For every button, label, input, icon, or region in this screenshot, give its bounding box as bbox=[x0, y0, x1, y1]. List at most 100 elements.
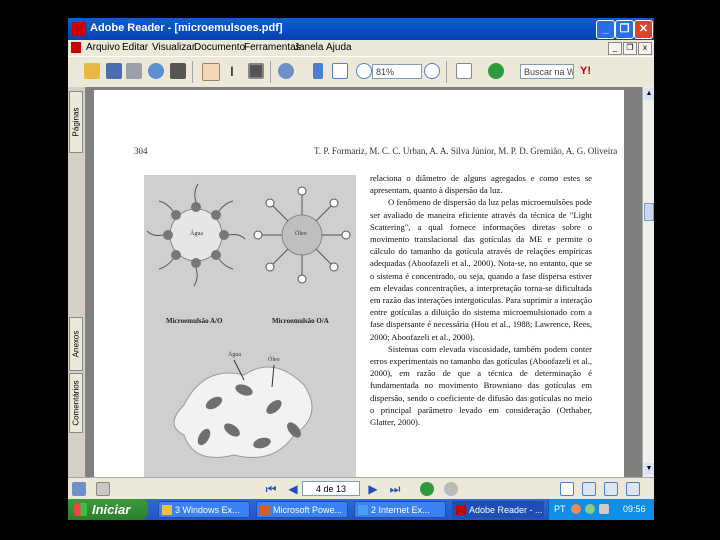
hand-tool-icon[interactable] bbox=[202, 63, 220, 81]
tab-anexos[interactable]: Anexos bbox=[69, 317, 83, 371]
doc-minimize-button[interactable]: _ bbox=[608, 42, 622, 55]
right-droplet-label: Óleo bbox=[295, 231, 307, 237]
first-page-icon[interactable]: ⏮ bbox=[264, 482, 278, 496]
microemulsion-figure: Água Óleo Microemulsão A/O Microemulsão … bbox=[144, 175, 356, 477]
page-number-field[interactable]: 4 de 13 bbox=[302, 481, 360, 496]
paragraph-2: O fenômeno de dispersão da luz pelas mic… bbox=[370, 197, 592, 342]
tab-paginas[interactable]: Páginas bbox=[69, 91, 83, 153]
close-button[interactable]: ✕ bbox=[634, 20, 653, 39]
minimize-button[interactable]: _ bbox=[596, 20, 615, 39]
left-droplet-label: Água bbox=[190, 231, 203, 237]
adobe-reader-window: Adobe Reader - [microemulsoes.pdf] _ ❐ ✕… bbox=[68, 18, 654, 520]
menu-editar[interactable]: Editar bbox=[122, 42, 148, 53]
title-bar[interactable]: Adobe Reader - [microemulsoes.pdf] _ ❐ ✕ bbox=[68, 18, 654, 40]
toolbar-separator bbox=[446, 61, 447, 83]
menu-arquivo[interactable]: Arquivo bbox=[86, 42, 120, 53]
help-icon[interactable] bbox=[488, 63, 504, 79]
menu-bar: Arquivo Editar Visualizar Documento Ferr… bbox=[68, 40, 654, 56]
zoom-in-circle-icon[interactable] bbox=[424, 63, 440, 79]
facing-view-icon[interactable] bbox=[604, 482, 618, 496]
task-label: 3 Windows Ex... bbox=[175, 505, 240, 515]
toolbar: I 81% Buscar na Web Y! bbox=[68, 56, 654, 88]
select-text-icon[interactable]: I bbox=[224, 63, 240, 79]
folder-icon bbox=[162, 505, 172, 515]
page-size-icon[interactable] bbox=[96, 482, 110, 496]
print-icon[interactable] bbox=[126, 63, 142, 79]
paragraph-1: relaciona o diâmetro de alguns agregados… bbox=[370, 173, 592, 196]
adobe-reader-icon bbox=[456, 505, 466, 515]
pdf-page: 304 T. P. Formariz, M. C. C. Urban, A. A… bbox=[94, 90, 624, 477]
last-page-icon[interactable]: ⏭ bbox=[388, 482, 402, 496]
save-icon[interactable] bbox=[106, 63, 122, 79]
menu-visualizar[interactable]: Visualizar bbox=[152, 42, 195, 53]
windows-taskbar: Iniciar 3 Windows Ex... Microsoft Powe..… bbox=[68, 499, 654, 520]
menu-ferramentas[interactable]: Ferramentas bbox=[244, 42, 301, 53]
navigation-panel: Páginas Anexos Comentários bbox=[68, 87, 86, 477]
continuous-view-icon[interactable] bbox=[582, 482, 596, 496]
previous-page-icon[interactable]: ◀ bbox=[286, 482, 300, 496]
lower-label-oleo: Óleo bbox=[268, 357, 280, 363]
email-icon[interactable] bbox=[148, 63, 164, 79]
single-page-view-icon[interactable] bbox=[560, 482, 574, 496]
tab-paginas-label: Páginas bbox=[71, 107, 81, 137]
zoom-in-icon[interactable] bbox=[278, 63, 294, 79]
scroll-down-arrow-icon[interactable]: ▼ bbox=[644, 463, 654, 475]
snapshot-icon[interactable] bbox=[248, 63, 264, 79]
paragraph-3: Sistemas com elevada viscosidade, também… bbox=[370, 343, 592, 428]
page-layout-icon[interactable] bbox=[72, 482, 86, 496]
taskbar-button-internet-explorer[interactable]: 2 Internet Ex... bbox=[354, 501, 446, 518]
taskbar-button-adobe-reader[interactable]: Adobe Reader - ... bbox=[452, 501, 544, 518]
tray-app-icon[interactable] bbox=[571, 504, 581, 514]
tab-comentarios[interactable]: Comentários bbox=[69, 373, 83, 433]
doc-restore-button[interactable]: ❐ bbox=[623, 42, 637, 55]
menu-janela[interactable]: Janela bbox=[294, 42, 323, 53]
zoom-combo[interactable]: 81% bbox=[372, 64, 422, 79]
powerpoint-icon bbox=[260, 505, 270, 515]
taskbar-button-powerpoint[interactable]: Microsoft Powe... bbox=[256, 501, 348, 518]
start-label: Iniciar bbox=[92, 502, 131, 517]
doc-close-button[interactable]: x bbox=[638, 42, 652, 55]
next-page-icon[interactable]: ▶ bbox=[366, 482, 380, 496]
task-label: Microsoft Powe... bbox=[273, 505, 343, 515]
vertical-scrollbar[interactable]: ▲ ▼ bbox=[642, 87, 654, 477]
clock[interactable]: 09:56 bbox=[623, 504, 646, 514]
rotate-view-icon[interactable] bbox=[456, 63, 472, 79]
restore-button[interactable]: ❐ bbox=[615, 20, 634, 39]
scroll-up-arrow-icon[interactable]: ▲ bbox=[644, 88, 654, 100]
windows-flag-icon bbox=[74, 503, 87, 516]
go-back-icon[interactable] bbox=[420, 482, 434, 496]
tray-network-icon[interactable] bbox=[585, 504, 595, 514]
taskbar-button-windows-explorer[interactable]: 3 Windows Ex... bbox=[158, 501, 250, 518]
toolbar-separator bbox=[192, 61, 193, 83]
find-binoculars-icon[interactable] bbox=[170, 63, 186, 79]
zoom-out-icon[interactable] bbox=[356, 63, 372, 79]
toolbar-separator bbox=[270, 61, 271, 83]
task-label: 2 Internet Ex... bbox=[371, 505, 430, 515]
scrollbar-thumb[interactable] bbox=[644, 203, 654, 221]
caption-microemulsao-ao: Microemulsão A/O bbox=[166, 317, 223, 325]
language-indicator[interactable]: PT bbox=[554, 504, 566, 514]
status-bar: ⏮ ◀ 4 de 13 ▶ ⏭ bbox=[68, 477, 654, 500]
window-title: Adobe Reader - [microemulsoes.pdf] bbox=[90, 22, 283, 34]
web-search-field[interactable]: Buscar na Web bbox=[520, 64, 574, 79]
yahoo-icon[interactable]: Y! bbox=[580, 63, 596, 79]
tray-volume-icon[interactable] bbox=[599, 504, 609, 514]
menu-ajuda[interactable]: Ajuda bbox=[326, 42, 352, 53]
body-text: relaciona o diâmetro de alguns agregados… bbox=[370, 172, 592, 428]
open-icon[interactable] bbox=[84, 63, 100, 79]
lower-label-agua: Água bbox=[228, 352, 241, 358]
running-header: T. P. Formariz, M. C. C. Urban, A. A. Si… bbox=[314, 146, 618, 156]
menu-documento[interactable]: Documento bbox=[194, 42, 245, 53]
task-label: Adobe Reader - ... bbox=[469, 505, 543, 515]
fit-width-icon[interactable] bbox=[332, 63, 348, 79]
document-icon bbox=[71, 42, 81, 53]
internet-explorer-icon bbox=[358, 505, 368, 515]
caption-microemulsao-oa: Microemulsão O/A bbox=[272, 317, 329, 325]
page-number: 304 bbox=[134, 146, 148, 156]
document-viewport[interactable]: 304 T. P. Formariz, M. C. C. Urban, A. A… bbox=[86, 87, 642, 477]
go-forward-icon[interactable] bbox=[444, 482, 458, 496]
actual-size-icon[interactable] bbox=[313, 63, 323, 79]
continuous-facing-view-icon[interactable] bbox=[626, 482, 640, 496]
tab-comentarios-label: Comentários bbox=[71, 380, 81, 426]
start-button[interactable]: Iniciar bbox=[68, 499, 148, 520]
